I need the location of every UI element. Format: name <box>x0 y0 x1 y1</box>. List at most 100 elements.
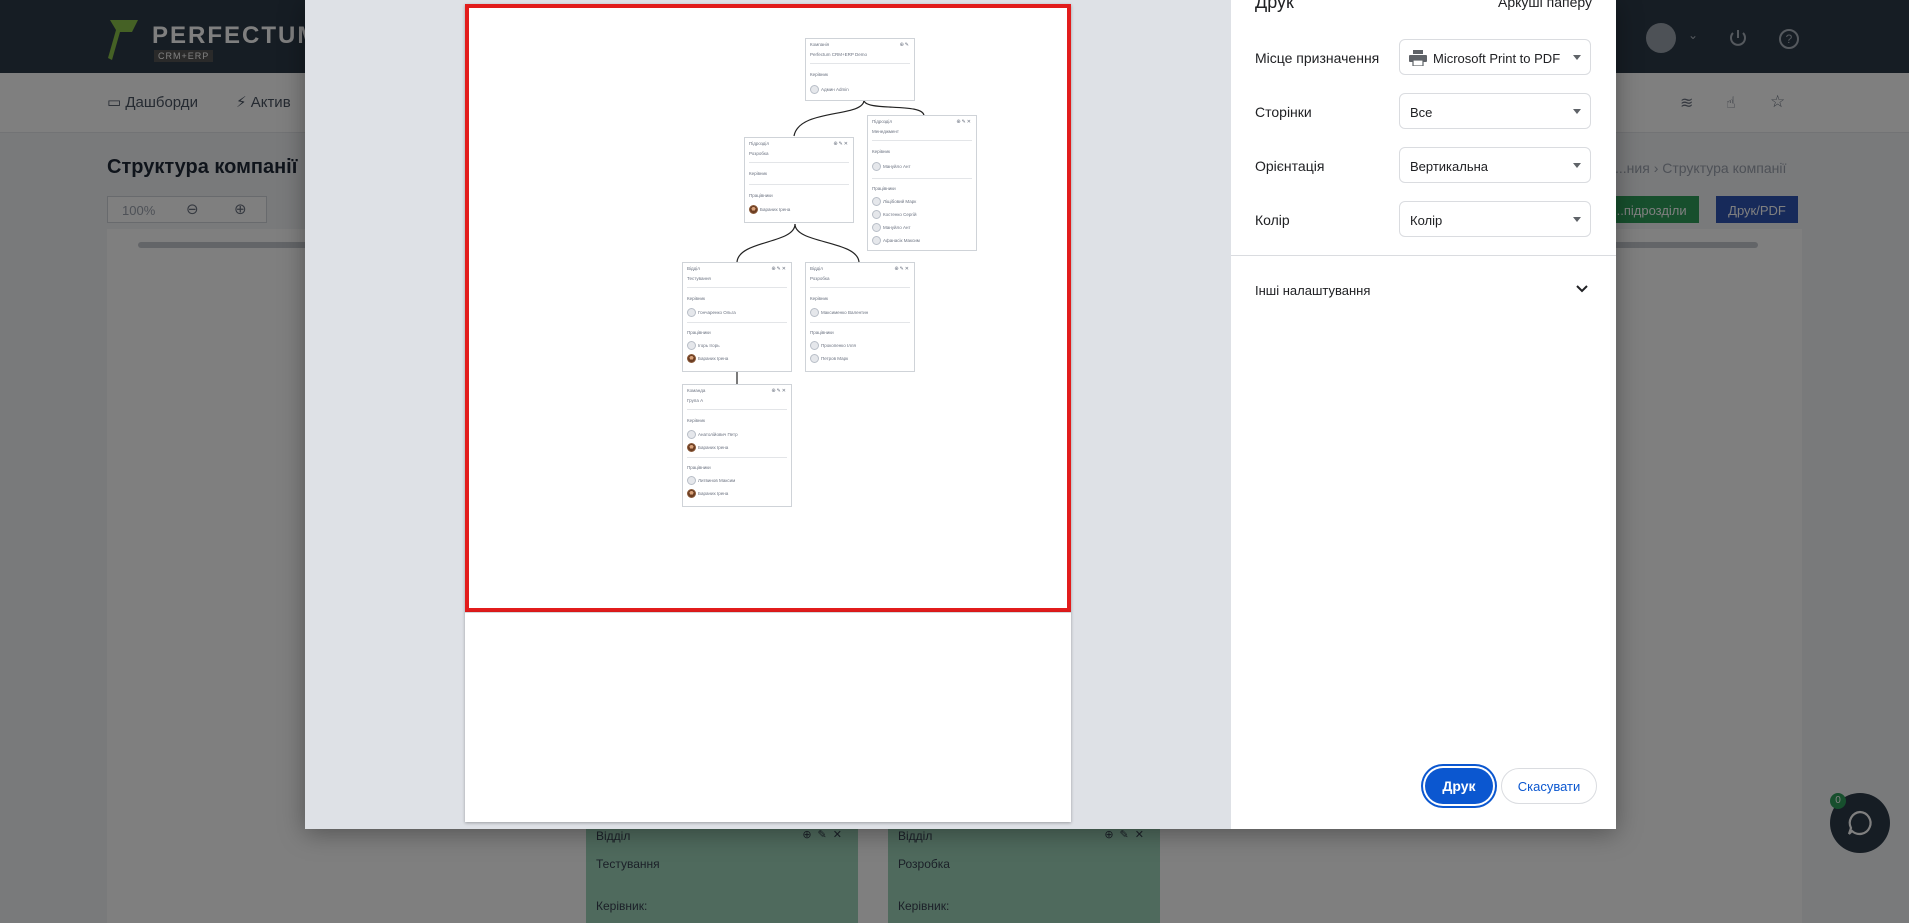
preview-card-management: Підрозділ ⊕✎✕ Менеджмент Керівник Мануйл… <box>867 115 977 251</box>
print-button[interactable]: Друк <box>1425 768 1493 804</box>
preview-card-head-label: Керівник <box>749 171 767 176</box>
color-select[interactable]: Колір <box>1399 201 1591 237</box>
color-label: Колір <box>1255 212 1290 228</box>
avatar <box>872 162 881 171</box>
cancel-button[interactable]: Скасувати <box>1501 768 1597 804</box>
preview-card-actions-icon: ⊕✎ <box>899 42 910 48</box>
preview-person: Бараних Ірена <box>698 356 729 361</box>
avatar <box>687 341 696 350</box>
preview-card-type: Підрозділ <box>749 141 770 146</box>
print-settings-panel: Друк Аркуші паперу Місце призначення Mic… <box>1231 0 1616 829</box>
avatar <box>810 308 819 317</box>
cancel-button-label: Скасувати <box>1517 779 1581 794</box>
sheets-count: Аркуші паперу <box>1497 0 1592 10</box>
preview-person: Максименко Валентин <box>821 310 869 315</box>
preview-card-staff-label: Працівники <box>687 465 711 470</box>
preview-card-name: Perfectum CRM+ERP Demo <box>810 52 868 57</box>
pages-label: Сторінки <box>1255 104 1312 120</box>
avatar <box>687 443 696 452</box>
printer-icon <box>1409 50 1427 66</box>
preview-card-name: Група А <box>687 398 704 403</box>
preview-person: Админ Admin <box>821 87 849 92</box>
orientation-value: Вертикальна <box>1410 159 1489 174</box>
preview-card-actions-icon: ⊕✎✕ <box>771 388 787 394</box>
pages-select[interactable]: Все <box>1399 93 1591 129</box>
preview-card-head-label: Керівник <box>810 72 828 77</box>
preview-person: Афанасік Максим <box>883 238 920 243</box>
avatar <box>687 354 696 363</box>
preview-page-2[interactable] <box>465 612 1071 822</box>
print-dialog-title: Друк <box>1255 0 1294 12</box>
avatar <box>872 197 881 206</box>
avatar <box>687 476 696 485</box>
avatar <box>687 308 696 317</box>
avatar <box>872 236 881 245</box>
preview-card-staff-label: Працівники <box>810 330 834 335</box>
print-button-label: Друк <box>1442 778 1476 794</box>
preview-person: Бараних Ірена <box>760 207 791 212</box>
preview-person: Ігорь Ігорь <box>698 343 720 348</box>
print-preview-area: Компанія ⊕✎ Perfectum CRM+ERP Demo Керів… <box>305 0 1231 829</box>
preview-card-company: Компанія ⊕✎ Perfectum CRM+ERP Demo Керів… <box>805 38 915 101</box>
avatar <box>687 430 696 439</box>
preview-person: Мануйло Ант <box>883 164 911 169</box>
preview-person: Костенко Сергій <box>883 212 917 217</box>
destination-select[interactable]: Microsoft Print to PDF <box>1399 39 1591 75</box>
orientation-select[interactable]: Вертикальна <box>1399 147 1591 183</box>
preview-card-actions-icon: ⊕✎✕ <box>771 266 787 272</box>
preview-card-dev-department: Відділ ⊕✎✕ Розробка Керівник Максименко … <box>805 262 915 372</box>
preview-person: Литвинов Максим <box>698 478 736 483</box>
preview-card-staff-label: Працівники <box>872 186 896 191</box>
chevron-down-icon <box>1573 163 1581 168</box>
preview-card-type: Відділ <box>687 266 700 271</box>
preview-card-name: Менеджмент <box>872 129 899 134</box>
preview-card-head-label: Керівник <box>810 296 828 301</box>
chevron-down-icon <box>1576 285 1588 293</box>
preview-card-name: Тестування <box>687 276 711 281</box>
preview-card-team: Команда ⊕✎✕ Група А Керівник Анатолійови… <box>682 384 792 507</box>
preview-page-1[interactable]: Компанія ⊕✎ Perfectum CRM+ERP Demo Керів… <box>465 4 1071 612</box>
preview-person: Прокопенко Ілля <box>821 343 856 348</box>
preview-card-head-label: Керівник <box>687 296 705 301</box>
preview-card-type: Компанія <box>810 42 830 47</box>
avatar <box>687 489 696 498</box>
preview-card-development: Підрозділ ⊕✎✕ Розробка Керівник Працівни… <box>744 137 854 223</box>
more-settings-toggle[interactable]: Інші налаштування <box>1231 270 1616 310</box>
settings-divider <box>1231 255 1616 256</box>
more-settings-label: Інші налаштування <box>1255 283 1371 298</box>
preview-card-name: Розробка <box>810 276 830 281</box>
avatar <box>810 85 819 94</box>
avatar <box>810 341 819 350</box>
preview-card-staff-label: Працівники <box>687 330 711 335</box>
avatar <box>749 205 758 214</box>
preview-person: Ліщібовий Марк <box>883 199 917 204</box>
avatar <box>872 223 881 232</box>
preview-card-staff-label: Працівники <box>749 193 773 198</box>
preview-person: Анатолійович Петр <box>698 432 738 437</box>
chevron-down-icon <box>1573 217 1581 222</box>
preview-person: Гончаренко Ольга <box>698 310 736 315</box>
preview-card-actions-icon: ⊕✎✕ <box>894 266 910 272</box>
destination-value: Microsoft Print to PDF <box>1433 51 1561 66</box>
preview-card-type: Підрозділ <box>872 119 893 124</box>
avatar <box>872 210 881 219</box>
print-dialog: Компанія ⊕✎ Perfectum CRM+ERP Demo Керів… <box>305 0 1616 829</box>
preview-person: Мануйло Ант <box>883 225 911 230</box>
preview-card-testing: Відділ ⊕✎✕ Тестування Керівник Гончаренк… <box>682 262 792 372</box>
color-value: Колір <box>1410 213 1443 228</box>
preview-person: Петров Марк <box>821 356 849 361</box>
preview-person: Бараних Ірена <box>698 445 729 450</box>
preview-card-head-label: Керівник <box>687 418 705 423</box>
chevron-down-icon <box>1573 55 1581 60</box>
preview-card-actions-icon: ⊕✎✕ <box>833 141 849 147</box>
preview-card-head-label: Керівник <box>872 149 890 154</box>
orientation-label: Орієнтація <box>1255 158 1325 174</box>
preview-card-type: Відділ <box>810 266 823 271</box>
avatar <box>810 354 819 363</box>
chevron-down-icon <box>1573 109 1581 114</box>
destination-label: Місце призначення <box>1255 50 1380 66</box>
preview-card-name: Розробка <box>749 151 769 156</box>
preview-card-type: Команда <box>687 388 706 393</box>
pages-value: Все <box>1410 105 1433 120</box>
preview-person: Бараних Ірена <box>698 491 729 496</box>
